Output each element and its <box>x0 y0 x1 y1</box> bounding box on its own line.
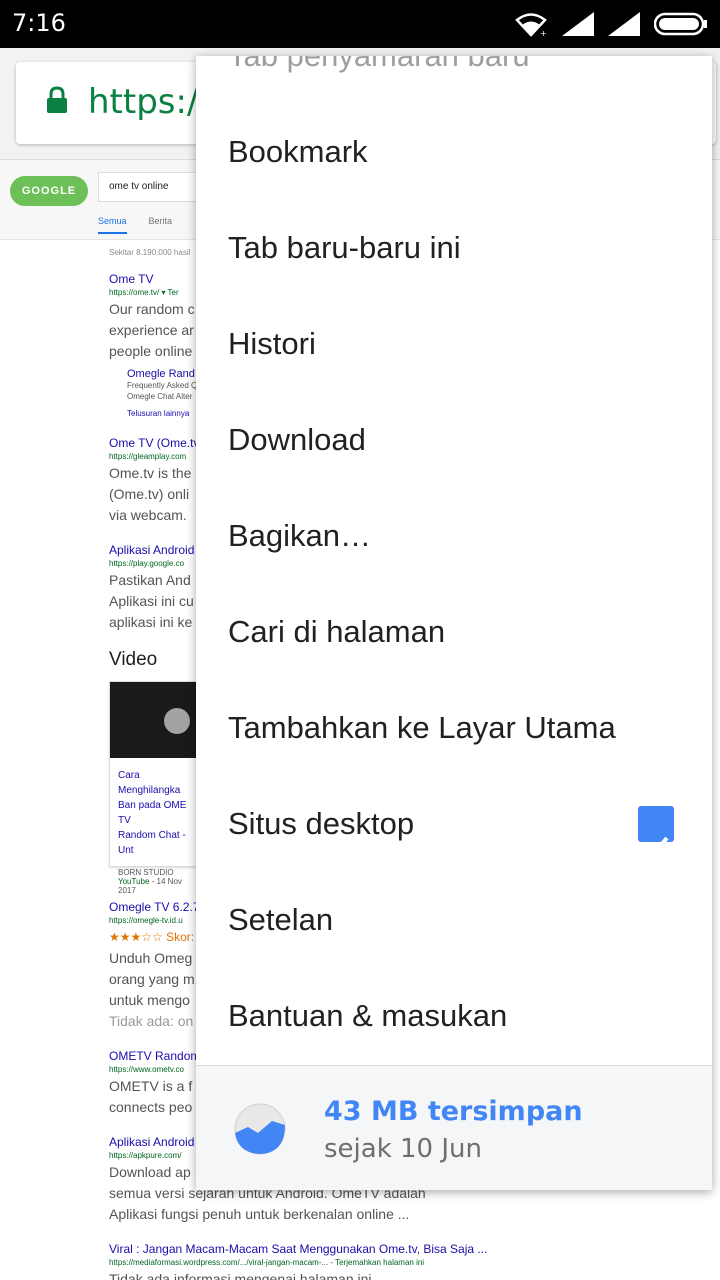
desktop-site-label: Situs desktop <box>228 806 415 841</box>
menu-item-settings[interactable]: Setelan <box>196 872 712 968</box>
signal-icon <box>562 12 594 36</box>
search-result: Viral : Jangan Macam-Macam Saat Mengguna… <box>109 1241 709 1280</box>
video-title-line: Cara Menghilangka <box>118 770 181 796</box>
menu-item-bookmark[interactable]: Bookmark <box>196 104 712 200</box>
menu-item-recent-tabs[interactable]: Tab baru-baru ini <box>196 200 712 296</box>
tab-semua[interactable]: Semua <box>98 216 127 234</box>
play-icon <box>164 708 190 734</box>
video-title-line: Ban pada OME TV <box>118 800 187 826</box>
battery-icon <box>654 12 707 36</box>
video-thumbnail[interactable] <box>110 682 208 758</box>
result-title[interactable]: Viral : Jangan Macam-Macam Saat Mengguna… <box>109 1241 709 1257</box>
google-doodle[interactable]: GOOGLE <box>10 176 88 206</box>
video-title[interactable]: Cara Menghilangka Ban pada OME TV Random… <box>110 758 208 868</box>
data-saved-amount: 43 MB tersimpan <box>324 1096 583 1127</box>
data-saver-icon <box>234 1103 286 1155</box>
menu-item-add-to-home-screen[interactable]: Tambahkan ke Layar Utama <box>196 680 712 776</box>
data-saver-footer[interactable]: 43 MB tersimpan sejak 10 Jun <box>196 1065 712 1190</box>
menu-item-find-in-page[interactable]: Cari di halaman <box>196 584 712 680</box>
status-icons: + <box>514 10 708 38</box>
menu-item-downloads[interactable]: Download <box>196 392 712 488</box>
google-tabs: Semua Berita <box>98 216 172 234</box>
status-bar: 7:16 + <box>0 0 720 48</box>
wifi-icon: + <box>515 13 547 37</box>
overflow-menu: Tab penyamaran baru Bookmark Tab baru-ba… <box>196 56 712 1190</box>
data-saved-since: sejak 10 Jun <box>324 1134 482 1164</box>
tab-berita[interactable]: Berita <box>149 216 173 234</box>
desktop-site-checkbox[interactable] <box>638 806 674 857</box>
video-source-name: YouTube <box>118 877 150 886</box>
checkmark-icon <box>643 836 669 857</box>
clock: 7:16 <box>12 9 66 37</box>
video-title-line: Random Chat - Unt <box>118 830 186 856</box>
result-url: https://mediaformasi.wordpress.com/.../v… <box>109 1258 425 1267</box>
menu-item-help-feedback[interactable]: Bantuan & masukan <box>196 968 712 1064</box>
lock-icon <box>47 86 67 113</box>
video-card[interactable]: Cara Menghilangka Ban pada OME TV Random… <box>109 681 209 895</box>
result-snippet: Aplikasi fungsi penuh untuk berkenalan o… <box>109 1206 410 1222</box>
menu-item-desktop-site[interactable]: Situs desktop <box>196 776 712 872</box>
url-scheme: https:// <box>88 82 210 122</box>
result-snippet: Tidak ada informasi mengenai halaman ini… <box>109 1271 376 1280</box>
menu-item-share[interactable]: Bagikan… <box>196 488 712 584</box>
menu-item-history[interactable]: Histori <box>196 296 712 392</box>
svg-text:+: + <box>540 29 547 37</box>
menu-item-new-incognito-tab[interactable]: Tab penyamaran baru <box>196 56 712 104</box>
signal-icon <box>608 12 640 36</box>
